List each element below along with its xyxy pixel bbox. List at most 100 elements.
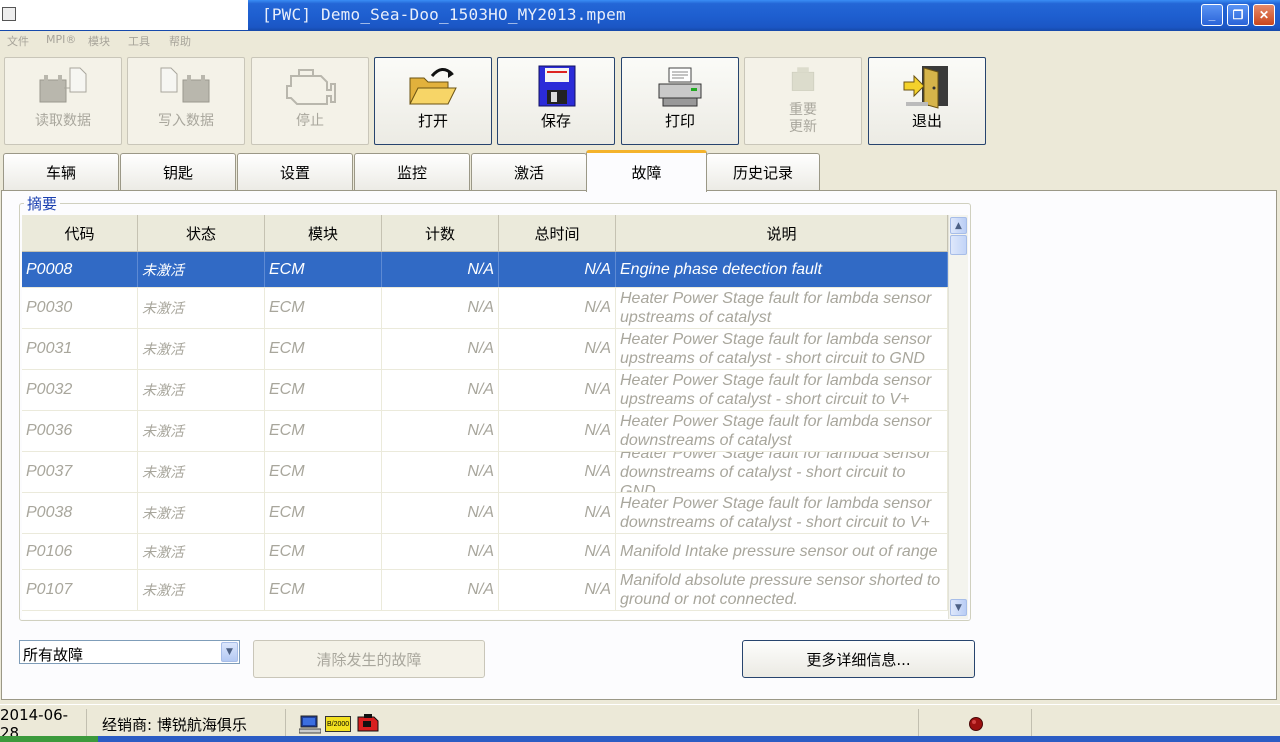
cell-module: ECM [265, 288, 382, 328]
engine-icon [286, 69, 336, 105]
print-label: 打印 [664, 112, 695, 130]
app-icon[interactable] [2, 7, 16, 21]
red-led-icon [968, 717, 983, 731]
clear-faults-button[interactable]: 清除发生的故障 [253, 640, 485, 678]
scroll-up-icon[interactable]: ▲ [950, 217, 967, 234]
menu-tools[interactable]: 工具 [128, 33, 150, 49]
close-button[interactable]: ✕ [1253, 4, 1275, 26]
save-button[interactable]: 保存 [497, 57, 615, 145]
cell-code: P0036 [22, 411, 138, 451]
menu-module[interactable]: 模块 [88, 33, 110, 49]
menu-help[interactable]: 帮助 [169, 33, 191, 49]
cell-code: P0107 [22, 570, 138, 610]
restart-label-1: 重要 [789, 102, 817, 118]
menu-mpi[interactable]: MPI® [46, 33, 76, 46]
cell-count: N/A [382, 252, 499, 287]
print-button[interactable]: 打印 [621, 57, 739, 145]
write-data-icon [160, 67, 210, 103]
tab-key[interactable]: 钥匙 [120, 153, 236, 190]
cell-module: ECM [265, 570, 382, 610]
cell-count: N/A [382, 452, 499, 492]
tab-faults[interactable]: 故障 [586, 150, 707, 192]
restart-update-button[interactable]: 重要 更新 [744, 57, 862, 145]
cell-code: P0008 [22, 252, 138, 287]
cell-code: P0031 [22, 329, 138, 369]
table-header: 代码 状态 模块 计数 总时间 说明 [22, 215, 948, 252]
column-header-count[interactable]: 计数 [382, 215, 499, 251]
table-scrollbar[interactable]: ▲ ▼ [948, 215, 968, 619]
chevron-down-icon[interactable]: ▼ [221, 642, 238, 662]
tab-settings[interactable]: 设置 [237, 153, 353, 190]
printer-icon [658, 67, 702, 107]
tab-activation[interactable]: 激活 [471, 153, 587, 190]
cell-module: ECM [265, 370, 382, 410]
save-label: 保存 [540, 112, 571, 130]
table-row[interactable]: P0031 未激活 ECM N/A N/A Heater Power Stage… [22, 329, 948, 370]
restart-icon [791, 67, 815, 91]
cell-total-time: N/A [499, 452, 616, 492]
computer-icon [299, 715, 321, 734]
scroll-down-icon[interactable]: ▼ [950, 599, 967, 616]
tab-vehicle[interactable]: 车辆 [3, 153, 119, 190]
exit-door-icon [903, 66, 948, 109]
cell-description: Heater Power Stage fault for lambda sens… [616, 411, 948, 451]
table-row[interactable]: P0030 未激活 ECM N/A N/A Heater Power Stage… [22, 288, 948, 329]
minimize-button[interactable]: _ [1201, 4, 1223, 26]
cell-module: ECM [265, 493, 382, 533]
cell-state: 未激活 [138, 452, 265, 492]
column-header-total-time[interactable]: 总时间 [499, 215, 616, 251]
exit-button[interactable]: 退出 [868, 57, 986, 145]
cell-total-time: N/A [499, 570, 616, 610]
cell-count: N/A [382, 570, 499, 610]
cell-code: P0037 [22, 452, 138, 492]
title-left-area [0, 0, 248, 30]
status-indicator [920, 709, 1032, 739]
column-header-code[interactable]: 代码 [22, 215, 138, 251]
write-data-button[interactable]: 写入数据 [127, 57, 245, 145]
exit-label: 退出 [911, 112, 942, 130]
cell-module: ECM [265, 252, 382, 287]
cell-total-time: N/A [499, 370, 616, 410]
table-row[interactable]: P0037 未激活 ECM N/A N/A Heater Power Stage… [22, 452, 948, 493]
fault-filter-value: 所有故障 [23, 646, 84, 664]
table-row[interactable]: P0107 未激活 ECM N/A N/A Manifold absolute … [22, 570, 948, 611]
status-icons: B/2000 [287, 709, 919, 739]
cell-count: N/A [382, 493, 499, 533]
table-row[interactable]: P0032 未激活 ECM N/A N/A Heater Power Stage… [22, 370, 948, 411]
table-row[interactable]: P0038 未激活 ECM N/A N/A Heater Power Stage… [22, 493, 948, 534]
stop-button[interactable]: 停止 [251, 57, 369, 145]
column-header-module[interactable]: 模块 [265, 215, 382, 251]
taskbar-strip [0, 736, 1280, 742]
more-details-button[interactable]: 更多详细信息... [742, 640, 975, 678]
read-data-button[interactable]: 读取数据 [4, 57, 122, 145]
cell-count: N/A [382, 329, 499, 369]
tab-history[interactable]: 历史记录 [706, 153, 820, 190]
menu-file[interactable]: 文件 [7, 33, 29, 49]
cell-description: Manifold Intake pressure sensor out of r… [616, 534, 948, 569]
window-title: [PWC] Demo_Sea-Doo_1503HO_MY2013.mpem [262, 5, 626, 24]
cell-code: P0030 [22, 288, 138, 328]
scroll-thumb[interactable] [950, 235, 967, 255]
fault-table[interactable]: 代码 状态 模块 计数 总时间 说明 P0008 未激活 ECM N/A N/A… [22, 215, 948, 619]
cell-total-time: N/A [499, 534, 616, 569]
cell-total-time: N/A [499, 252, 616, 287]
cell-state: 未激活 [138, 329, 265, 369]
cell-description: Manifold absolute pressure sensor shorte… [616, 570, 948, 610]
status-date: 2014-06-28 [0, 706, 87, 742]
fault-filter-select[interactable]: 所有故障 ▼ [19, 640, 240, 664]
start-button[interactable] [0, 736, 98, 742]
tab-monitor[interactable]: 监控 [354, 153, 470, 190]
open-button[interactable]: 打开 [374, 57, 492, 145]
table-row[interactable]: P0036 未激活 ECM N/A N/A Heater Power Stage… [22, 411, 948, 452]
column-header-description[interactable]: 说明 [616, 215, 948, 251]
cell-description: Heater Power Stage fault for lambda sens… [616, 370, 948, 410]
cell-state: 未激活 [138, 493, 265, 533]
cell-total-time: N/A [499, 288, 616, 328]
cell-description: Heater Power Stage fault for lambda sens… [616, 329, 948, 369]
table-row[interactable]: P0008 未激活 ECM N/A N/A Engine phase detec… [22, 252, 948, 288]
restore-button[interactable]: ❐ [1227, 4, 1249, 26]
cell-module: ECM [265, 534, 382, 569]
cell-code: P0106 [22, 534, 138, 569]
column-header-state[interactable]: 状态 [138, 215, 265, 251]
table-row[interactable]: P0106 未激活 ECM N/A N/A Manifold Intake pr… [22, 534, 948, 570]
